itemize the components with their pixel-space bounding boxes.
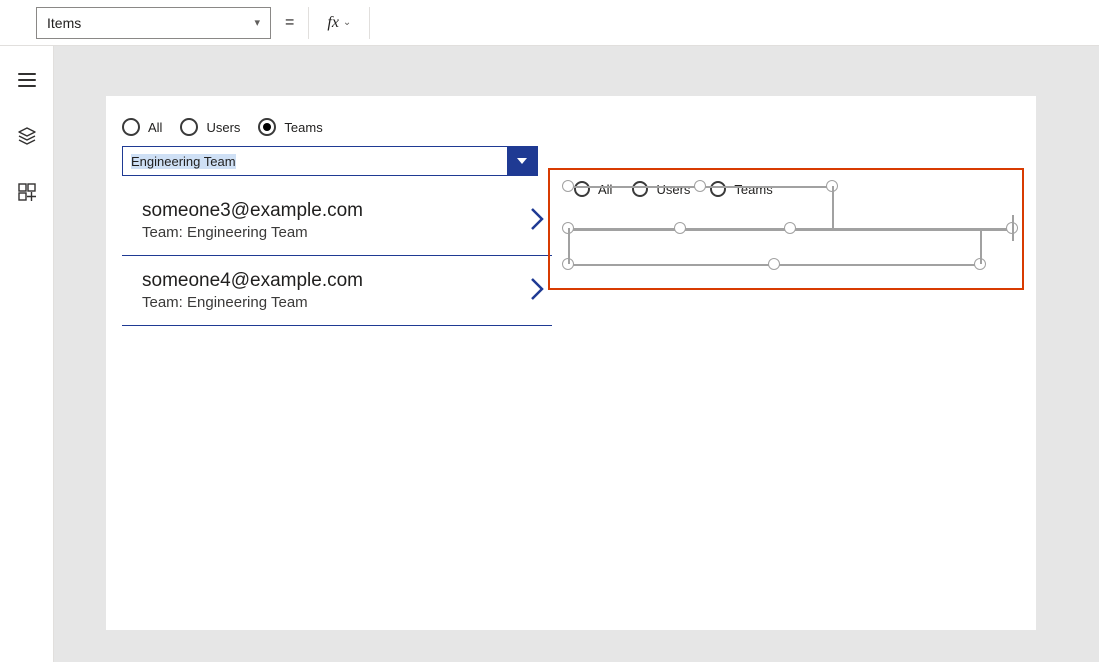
app-canvas[interactable]: All Users Teams Engineering Team xyxy=(106,96,1036,630)
list-item[interactable]: someone3@example.com Team: Engineering T… xyxy=(122,186,552,256)
chevron-right-icon xyxy=(528,275,546,306)
selection-outline xyxy=(832,186,834,228)
radio-users-label: Users xyxy=(206,120,240,135)
insert-icon[interactable] xyxy=(17,182,37,202)
layers-icon[interactable] xyxy=(17,126,37,146)
fx-icon: fx xyxy=(327,14,339,32)
team-dropdown-text: Engineering Team xyxy=(131,154,236,169)
list-item-title: someone4@example.com xyxy=(142,270,528,292)
radio-users-1[interactable]: Users xyxy=(180,118,240,136)
filter-radio-group-2: All Users Teams xyxy=(574,178,974,200)
radio-teams-label: Teams xyxy=(734,182,772,197)
team-dropdown-value: Engineering Team xyxy=(123,147,507,175)
radio-all-label: All xyxy=(598,182,612,197)
results-list: someone3@example.com Team: Engineering T… xyxy=(122,186,552,326)
list-item-title: someone3@example.com xyxy=(142,200,528,222)
chevron-down-icon: ⌄ xyxy=(343,17,351,28)
screen-1: All Users Teams Engineering Team xyxy=(122,116,548,326)
radio-circle-icon xyxy=(632,181,648,197)
radio-all-label: All xyxy=(148,120,162,135)
formula-input[interactable] xyxy=(370,7,1063,39)
canvas-area[interactable]: All Users Teams Engineering Team xyxy=(54,46,1099,662)
team-dropdown[interactable]: Engineering Team xyxy=(122,146,538,176)
radio-teams-label: Teams xyxy=(284,120,322,135)
radio-users-2[interactable]: Users xyxy=(632,181,690,197)
selection-outline xyxy=(980,228,982,264)
radio-teams-1[interactable]: Teams xyxy=(258,118,322,136)
property-select-value: Items xyxy=(47,15,81,31)
list-item-subtitle: Team: Engineering Team xyxy=(142,224,528,241)
radio-all-2[interactable]: All xyxy=(574,181,612,197)
selection-handle[interactable] xyxy=(674,222,686,234)
selection-outline xyxy=(1012,215,1014,241)
team-dropdown-button[interactable] xyxy=(507,147,537,175)
fx-button[interactable]: fx ⌄ xyxy=(308,7,370,39)
radio-teams-2[interactable]: Teams xyxy=(710,181,772,197)
hamburger-icon[interactable] xyxy=(17,70,37,90)
chevron-down-icon xyxy=(516,155,528,167)
selection-handle[interactable] xyxy=(784,222,796,234)
selection-outline xyxy=(568,228,570,264)
equals-label: = xyxy=(285,14,294,32)
selection-handle[interactable] xyxy=(768,258,780,270)
radio-circle-icon xyxy=(180,118,198,136)
list-item-subtitle: Team: Engineering Team xyxy=(142,294,528,311)
radio-circle-icon xyxy=(122,118,140,136)
list-item[interactable]: someone4@example.com Team: Engineering T… xyxy=(122,256,552,326)
left-rail xyxy=(0,46,54,662)
selection-handle[interactable] xyxy=(694,180,706,192)
radio-all-1[interactable]: All xyxy=(122,118,162,136)
property-select[interactable]: Items ▾ xyxy=(36,7,271,39)
radio-circle-icon xyxy=(258,118,276,136)
chevron-down-icon: ▾ xyxy=(254,16,260,29)
radio-users-label: Users xyxy=(656,182,690,197)
radio-circle-icon xyxy=(574,181,590,197)
selected-control-container[interactable]: All Users Teams xyxy=(548,168,1024,290)
radio-circle-icon xyxy=(710,181,726,197)
selection-handle[interactable] xyxy=(562,180,574,192)
formula-bar: Items ▾ = fx ⌄ xyxy=(0,0,1099,46)
filter-radio-group-1: All Users Teams xyxy=(122,116,548,146)
chevron-right-icon xyxy=(528,205,546,236)
